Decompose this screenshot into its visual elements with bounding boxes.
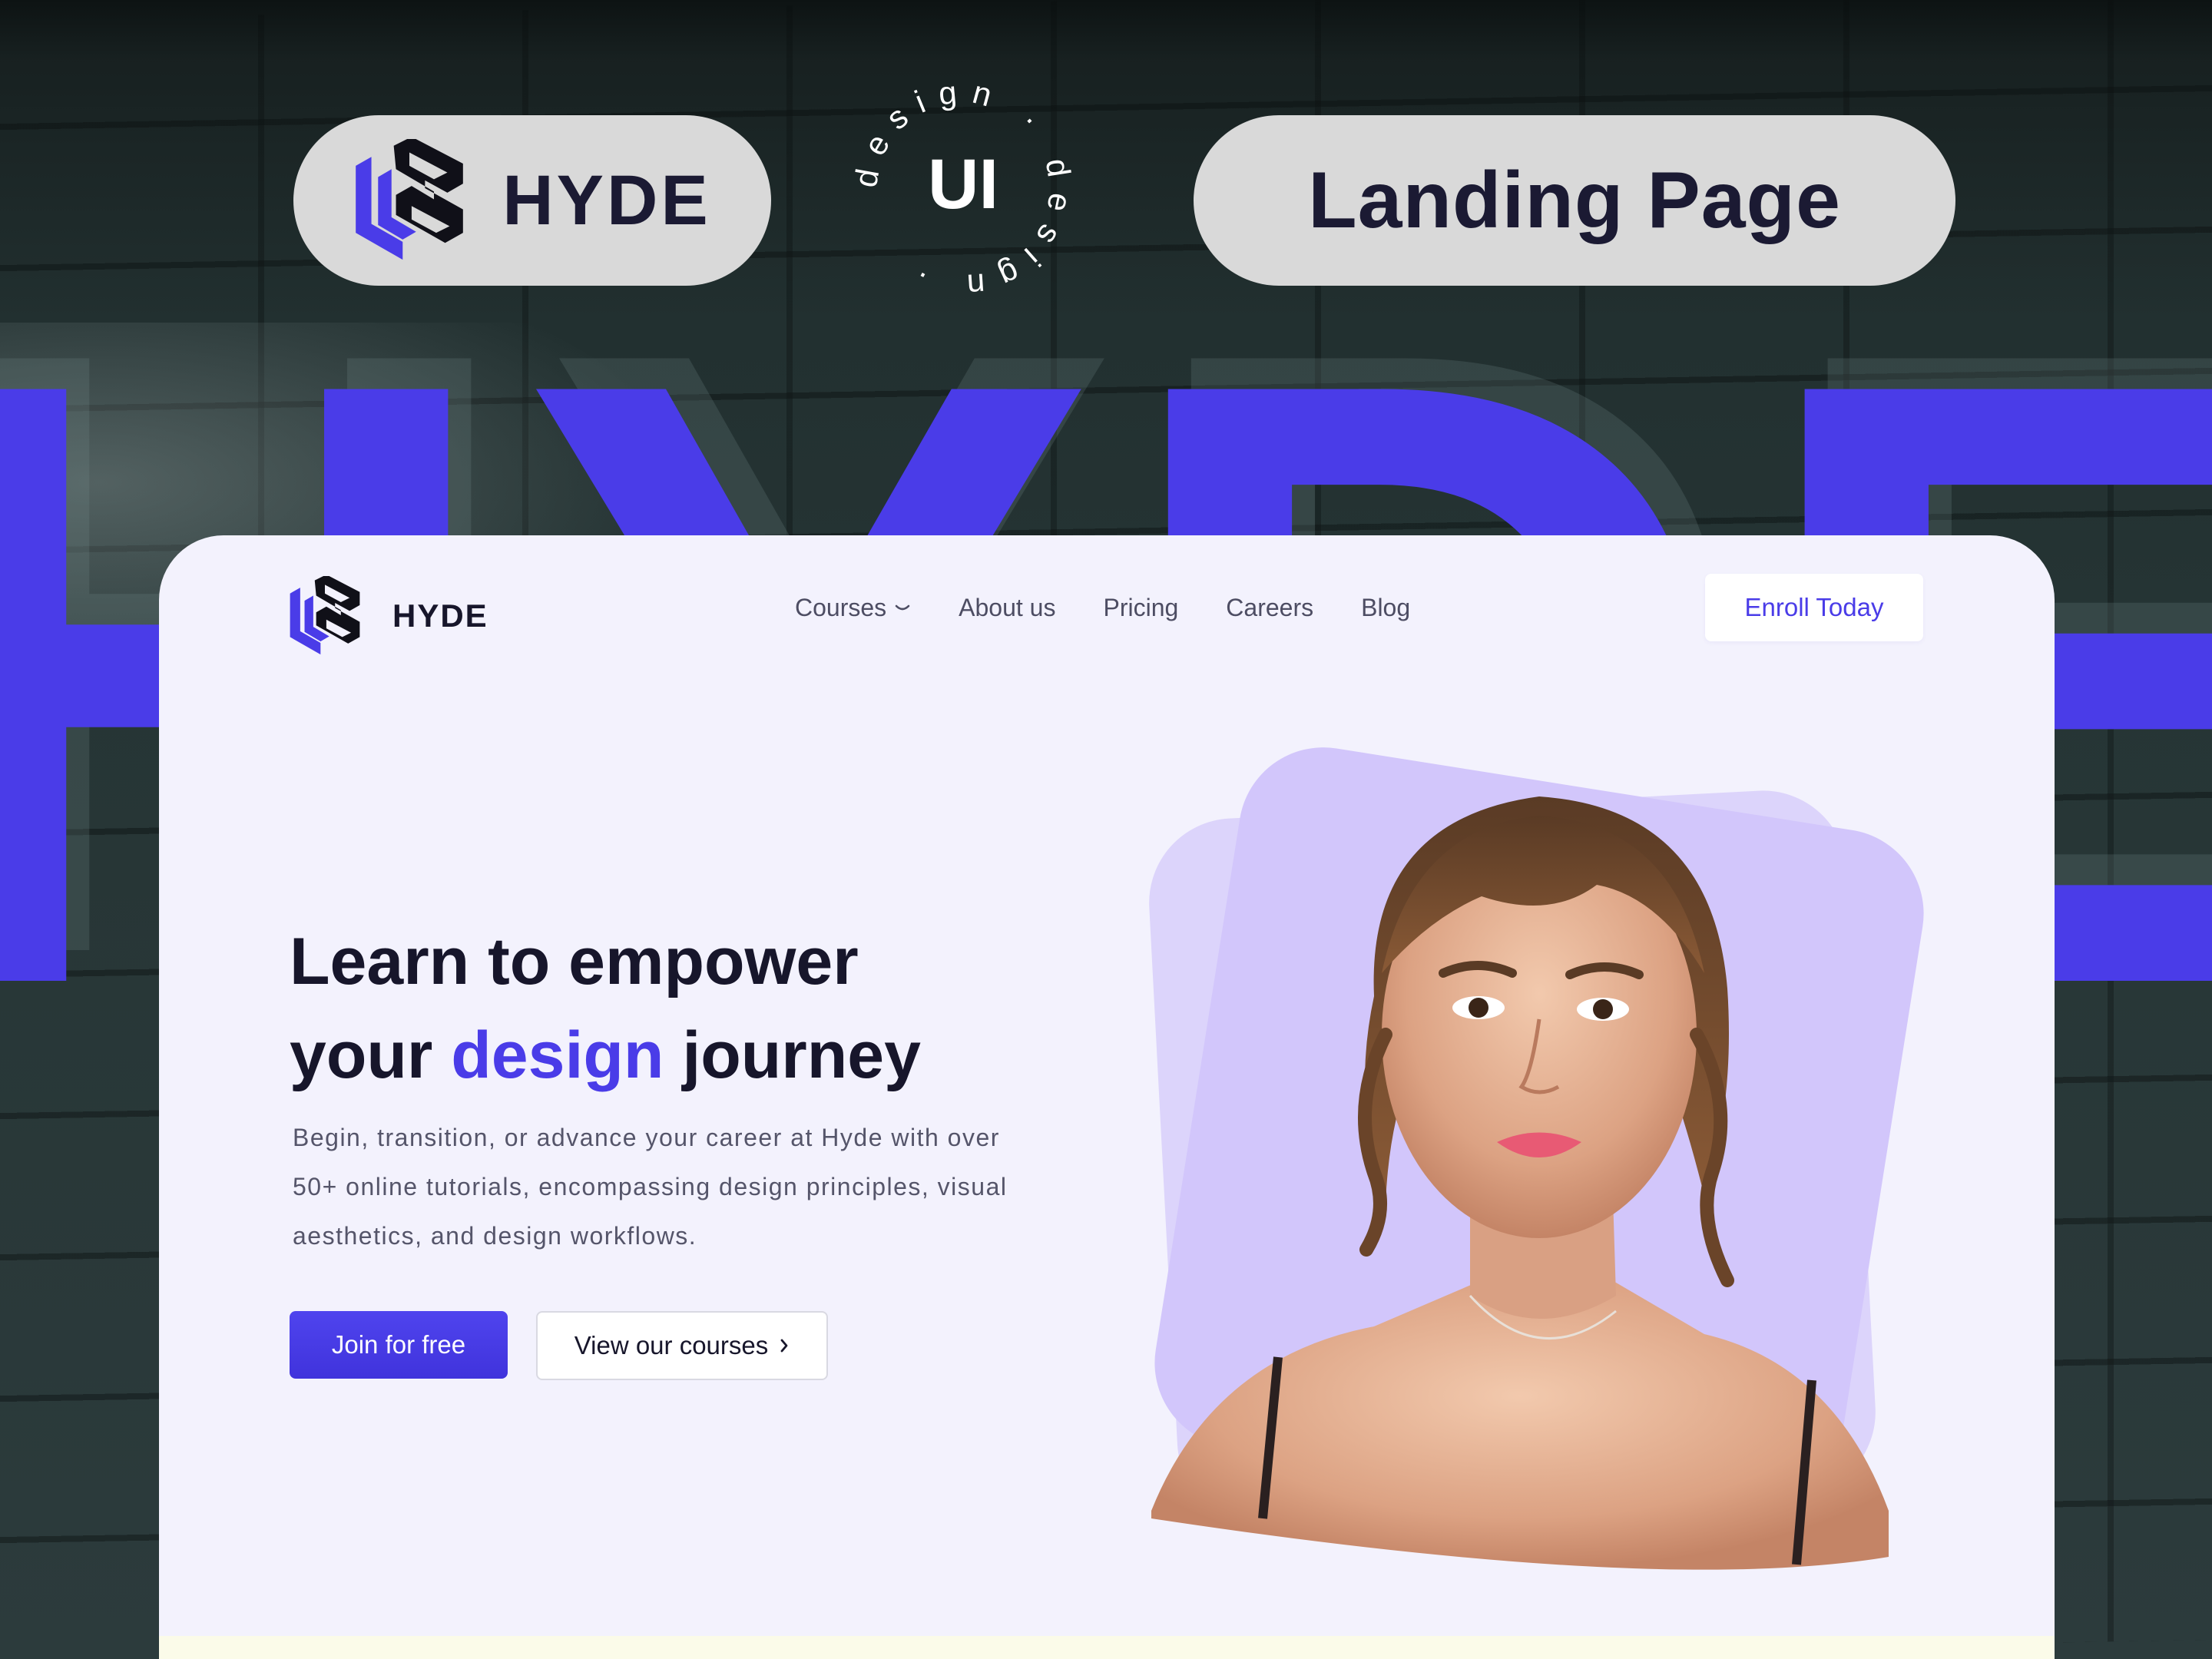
chevron-right-icon	[780, 1339, 788, 1353]
hyde-logo-icon	[290, 576, 360, 655]
landing-page-mockup: HYDE Courses About us Pricing Careers Bl…	[159, 535, 2055, 1659]
nav-brand[interactable]: HYDE	[288, 576, 488, 656]
chevron-down-icon	[895, 604, 910, 610]
title-pill: Landing Page	[1194, 115, 1955, 286]
hero-title-suffix: journey	[664, 1018, 921, 1092]
nav-item-blog[interactable]: Blog	[1361, 594, 1410, 622]
brand-name: HYDE	[502, 161, 711, 240]
view-courses-label: View our courses	[574, 1331, 769, 1359]
nav-item-label: Careers	[1226, 594, 1314, 621]
nav-brand-name: HYDE	[392, 598, 488, 634]
hero-description: Begin, transition, or advance your caree…	[293, 1124, 1008, 1250]
view-courses-button[interactable]: View our courses	[536, 1311, 828, 1380]
enroll-today-button[interactable]: Enroll Today	[1705, 574, 1923, 641]
hero-image	[1121, 735, 1936, 1580]
nav-item-about-us[interactable]: About us	[959, 594, 1055, 622]
ui-design-badge: design · design · UI	[847, 73, 1078, 305]
hyde-logo-icon	[356, 139, 464, 260]
nav-item-label: About us	[959, 594, 1056, 621]
nav-item-careers[interactable]: Careers	[1226, 594, 1313, 622]
brand-pill: HYDE	[293, 115, 771, 286]
portrait-photo	[1151, 796, 1889, 1570]
hero-title-line1: Learn to empower	[290, 925, 859, 998]
nav-item-courses[interactable]: Courses	[795, 594, 911, 622]
nav-item-label: Courses	[795, 594, 887, 621]
nav-item-label: Blog	[1361, 594, 1411, 621]
next-section-edge	[159, 1636, 2055, 1659]
join-for-free-button[interactable]: Join for free	[290, 1311, 508, 1379]
nav-item-pricing[interactable]: Pricing	[1103, 594, 1178, 622]
hero-title-accent: design	[451, 1018, 664, 1092]
poster-title: Landing Page	[1308, 155, 1841, 245]
badge-center-text: UI	[928, 145, 998, 224]
hero-title: Learn to empower your design journey	[290, 915, 921, 1102]
main-nav: Courses About us Pricing Careers Blog	[795, 594, 1458, 622]
hero-title-prefix: your	[290, 1018, 452, 1092]
nav-item-label: Pricing	[1103, 594, 1179, 621]
